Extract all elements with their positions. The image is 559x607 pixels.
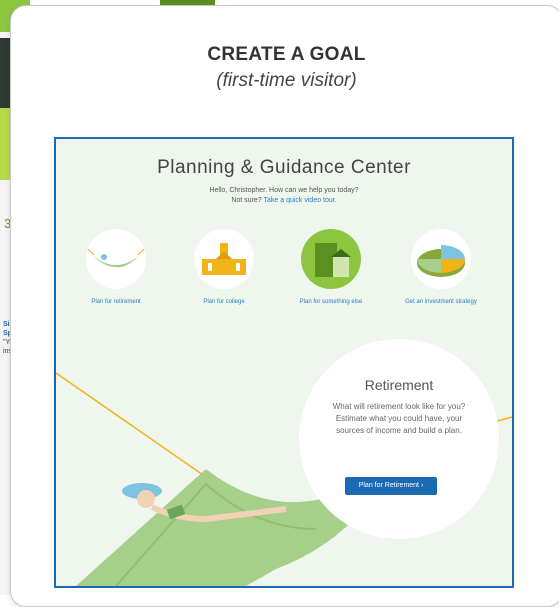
option-label[interactable]: Plan for retirement: [71, 299, 161, 305]
video-tour-link[interactable]: Take a quick video tour.: [264, 197, 337, 204]
retirement-hero: Retirement What will retirement look lik…: [299, 339, 499, 539]
option-retirement[interactable]: Plan for retirement: [71, 229, 161, 305]
option-college[interactable]: Plan for college: [179, 229, 269, 305]
planning-center-title: Planning & Guidance Center: [157, 157, 411, 178]
house-icon: [301, 229, 361, 289]
hero-title: Retirement: [364, 377, 434, 393]
greeting-text: Hello, Christopher. How can we help you …: [209, 187, 359, 194]
goal-card: CREATE A GOAL (first-time visitor) Plann…: [10, 5, 559, 607]
hero-description: What will retirement look like for you? …: [332, 402, 466, 435]
pie-chart-icon: [411, 229, 471, 289]
retirement-icon: [86, 229, 146, 289]
card-title: CREATE A GOAL: [207, 44, 366, 65]
option-label[interactable]: Get an investment strategy: [396, 299, 486, 305]
option-label[interactable]: Plan for something else: [286, 299, 376, 305]
college-icon: [194, 229, 254, 289]
option-label[interactable]: Plan for college: [179, 299, 269, 305]
planning-center-screenshot: Planning & Guidance Center Hello, Christ…: [54, 137, 514, 588]
not-sure-text: Not sure? Take a quick video tour.: [231, 197, 337, 204]
option-something-else[interactable]: Plan for something else: [286, 229, 376, 305]
plan-for-retirement-button[interactable]: Plan for Retirement ›: [345, 477, 437, 495]
card-subtitle: (first-time visitor): [216, 70, 357, 91]
option-investment-strategy[interactable]: Get an investment strategy: [396, 229, 486, 305]
